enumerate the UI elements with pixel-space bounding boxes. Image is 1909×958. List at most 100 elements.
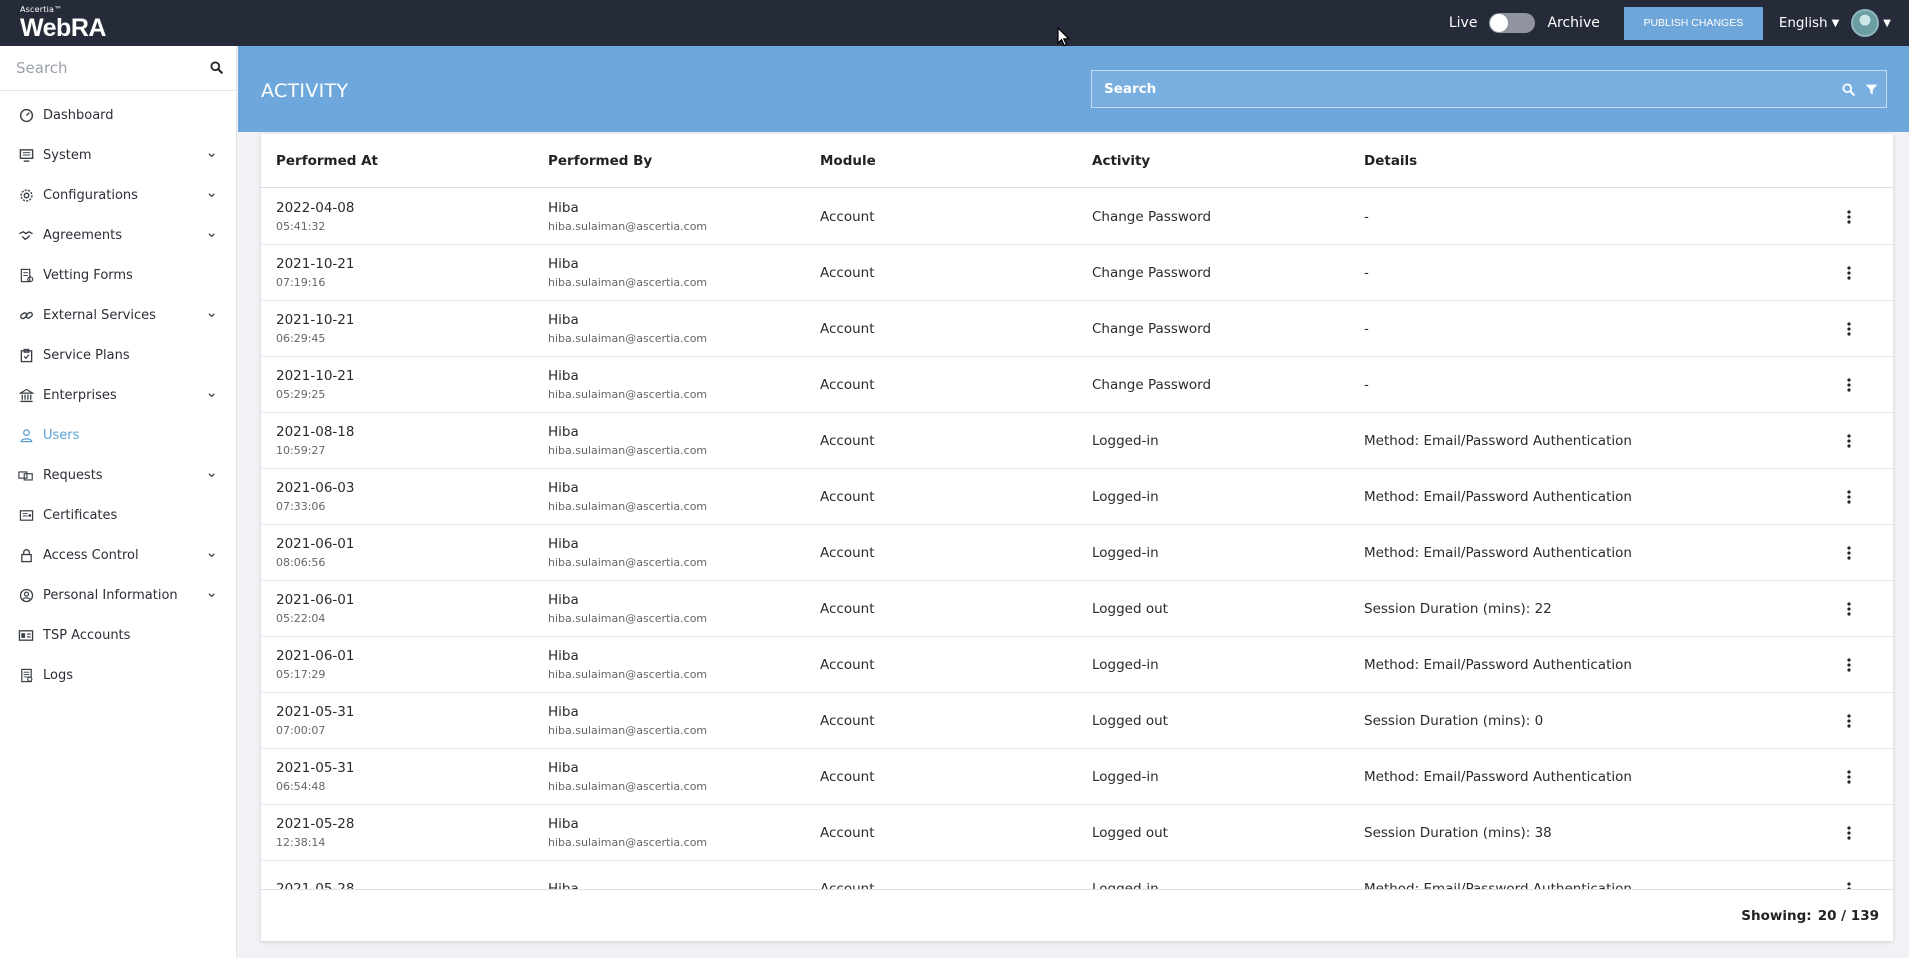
table-row[interactable]: 2022-04-0805:41:32Hibahiba.sulaiman@asce… [261, 189, 1893, 245]
avatar[interactable] [1851, 9, 1879, 37]
table-row[interactable]: 2021-05-3106:54:48Hibahiba.sulaiman@asce… [261, 749, 1893, 805]
details: Session Duration (mins): 22 [1364, 600, 1552, 618]
sidebar-item-tsp-accounts[interactable]: TSP Accounts [0, 615, 236, 655]
table-row[interactable]: 2021-05-3107:00:07Hibahiba.sulaiman@asce… [261, 693, 1893, 749]
more-options-icon[interactable] [1847, 357, 1851, 413]
sidebar-item-configurations[interactable]: Configurations⌄ [0, 175, 236, 215]
showing-label: Showing: [1741, 908, 1811, 924]
module: Account [820, 824, 875, 842]
sidebar-item-vetting-forms[interactable]: Vetting Forms [0, 255, 236, 295]
user-menu-chevron-icon[interactable]: ▼ [1883, 18, 1891, 29]
more-options-icon[interactable] [1847, 581, 1851, 637]
sidebar-search-input[interactable] [16, 59, 210, 77]
table-row[interactable]: 2021-06-0105:22:04Hibahiba.sulaiman@asce… [261, 581, 1893, 637]
header-performed-by[interactable]: Performed By [548, 153, 652, 169]
chevron-down-icon[interactable]: ⌄ [205, 307, 218, 317]
user-icon [18, 427, 34, 443]
activity-cell: Change Password [1092, 245, 1211, 301]
performed-at-secondary: 08:06:56 [276, 555, 354, 571]
more-options-icon[interactable] [1847, 693, 1851, 749]
details-cell: Method: Email/Password Authentication [1364, 749, 1632, 805]
publish-changes-button[interactable]: PUBLISH CHANGES [1624, 7, 1763, 40]
performed-by-secondary: hiba.sulaiman@ascertia.com [548, 555, 707, 571]
sidebar-item-label: Access Control [43, 548, 205, 563]
header-details[interactable]: Details [1364, 153, 1417, 169]
sidebar-item-personal-information[interactable]: Personal Information⌄ [0, 575, 236, 615]
sidebar-item-requests[interactable]: Requests⌄ [0, 455, 236, 495]
performed-at-secondary: 10:59:27 [276, 443, 354, 459]
more-options-icon[interactable] [1847, 469, 1851, 525]
more-options-icon[interactable] [1847, 189, 1851, 245]
search-icon[interactable] [210, 59, 223, 78]
sidebar-item-users[interactable]: Users [0, 415, 236, 455]
chevron-down-icon[interactable]: ⌄ [205, 227, 218, 237]
filter-icon[interactable] [1865, 83, 1878, 96]
table-row[interactable]: 2021-05-2812:38:14Hibahiba.sulaiman@asce… [261, 805, 1893, 861]
top-bar: Ascertia™ WebRA Live Archive PUBLISH CHA… [0, 0, 1909, 46]
header-module[interactable]: Module [820, 153, 876, 169]
live-archive-toggle[interactable] [1489, 13, 1535, 33]
more-options-icon[interactable] [1847, 861, 1851, 889]
performed-by-cell: Hiba hiba.sulaiman@ascertia.com [548, 469, 707, 525]
chevron-down-icon[interactable]: ⌄ [205, 547, 218, 557]
header-activity[interactable]: Activity [1092, 153, 1150, 169]
activity-search-input[interactable] [1104, 81, 1832, 97]
performed-at-cell: 2021-06-0105:22:04 [276, 581, 354, 637]
language-selector[interactable]: English ▼ [1779, 15, 1839, 31]
sidebar-item-agreements[interactable]: Agreements⌄ [0, 215, 236, 255]
bank-icon [18, 387, 34, 403]
more-options-icon[interactable] [1847, 413, 1851, 469]
activity: Change Password [1092, 208, 1211, 226]
chevron-down-icon[interactable]: ⌄ [205, 187, 218, 197]
activity: Change Password [1092, 264, 1211, 282]
header-performed-at[interactable]: Performed At [276, 153, 378, 169]
chevron-down-icon[interactable]: ⌄ [205, 587, 218, 597]
performed-by: Hiba [548, 703, 707, 721]
details-cell: Method: Email/Password Authentication [1364, 525, 1632, 581]
table-row[interactable]: 2021-10-2107:19:16Hibahiba.sulaiman@asce… [261, 245, 1893, 301]
more-options-icon[interactable] [1847, 637, 1851, 693]
activity: Logged-in [1092, 544, 1159, 562]
performed-by: Hiba [548, 479, 707, 497]
table-row[interactable]: 2021-06-0307:33:06Hibahiba.sulaiman@asce… [261, 469, 1893, 525]
more-options-icon[interactable] [1847, 245, 1851, 301]
table-row[interactable]: 2021-06-0108:06:56Hibahiba.sulaiman@asce… [261, 525, 1893, 581]
performed-at-cell: 2021-05-3106:54:48 [276, 749, 354, 805]
table-row[interactable]: 2021-10-2105:29:25Hibahiba.sulaiman@asce… [261, 357, 1893, 413]
chevron-down-icon[interactable]: ⌄ [205, 467, 218, 477]
sidebar-item-access-control[interactable]: Access Control⌄ [0, 535, 236, 575]
table-row[interactable]: 2021-06-0105:17:29Hibahiba.sulaiman@asce… [261, 637, 1893, 693]
app-logo[interactable]: Ascertia™ WebRA [20, 5, 106, 42]
sidebar-item-system[interactable]: System⌄ [0, 135, 236, 175]
more-options-icon[interactable] [1847, 301, 1851, 357]
table-body[interactable]: 2022-04-0805:41:32Hibahiba.sulaiman@asce… [261, 189, 1893, 889]
table-row[interactable]: 2021-05-28HibaAccountLogged-inMethod: Em… [261, 861, 1893, 889]
more-options-icon[interactable] [1847, 749, 1851, 805]
chevron-down-icon[interactable]: ⌄ [205, 387, 218, 397]
link-icon [18, 307, 34, 323]
table-row[interactable]: 2021-10-2106:29:45Hibahiba.sulaiman@asce… [261, 301, 1893, 357]
sidebar-item-external-services[interactable]: External Services⌄ [0, 295, 236, 335]
sidebar-item-logs[interactable]: Logs [0, 655, 236, 695]
sidebar-item-dashboard[interactable]: Dashboard [0, 95, 236, 135]
table-footer: Showing:20 / 139 [261, 889, 1893, 941]
details: - [1364, 376, 1369, 394]
search-icon[interactable] [1842, 83, 1855, 96]
performed-by-secondary: hiba.sulaiman@ascertia.com [548, 499, 707, 515]
logo-brand: Ascertia™ [20, 5, 106, 14]
more-options-icon[interactable] [1847, 525, 1851, 581]
chevron-down-icon[interactable]: ⌄ [205, 147, 218, 157]
module-cell: Account [820, 637, 875, 693]
sidebar-item-label: Certificates [43, 508, 218, 523]
sidebar-item-certificates[interactable]: Certificates [0, 495, 236, 535]
activity-cell: Logged out [1092, 581, 1168, 637]
table-row[interactable]: 2021-08-1810:59:27Hibahiba.sulaiman@asce… [261, 413, 1893, 469]
performed-by-secondary: hiba.sulaiman@ascertia.com [548, 443, 707, 459]
sidebar-item-service-plans[interactable]: Service Plans [0, 335, 236, 375]
performed-at-secondary: 05:17:29 [276, 667, 354, 683]
details-cell: Session Duration (mins): 22 [1364, 581, 1552, 637]
module-cell: Account [820, 861, 875, 889]
sidebar-search [0, 46, 236, 91]
sidebar-item-enterprises[interactable]: Enterprises⌄ [0, 375, 236, 415]
more-options-icon[interactable] [1847, 805, 1851, 861]
